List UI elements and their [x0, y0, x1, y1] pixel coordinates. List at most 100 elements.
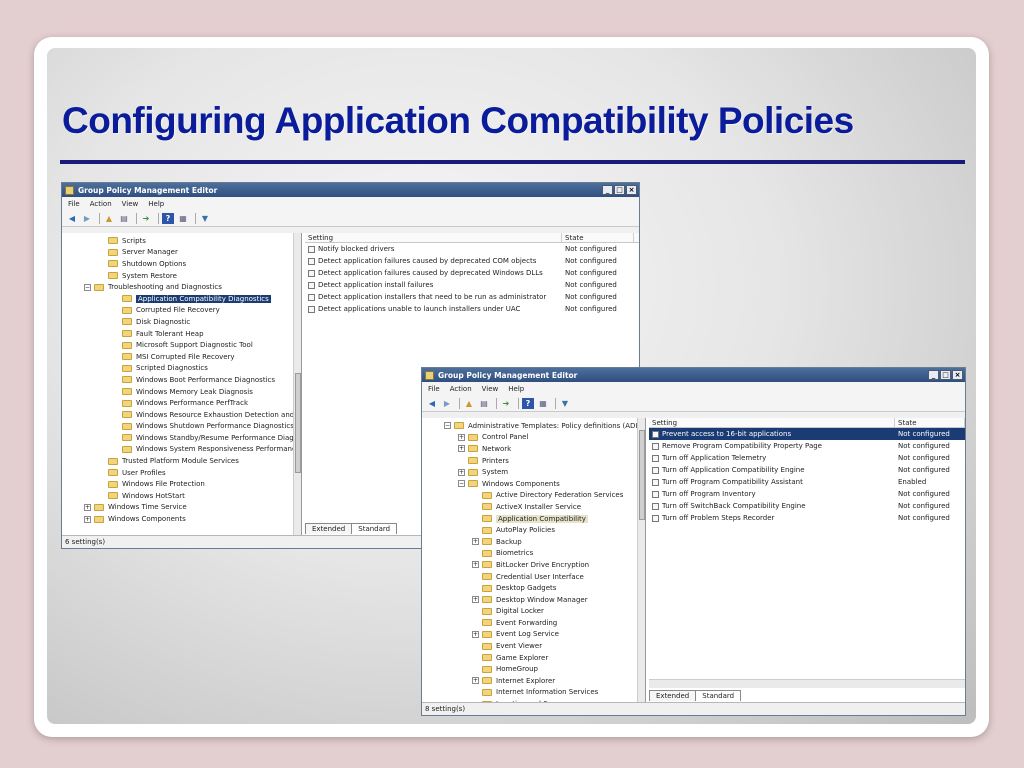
tree-node[interactable]: ActiveX Installer Service	[422, 501, 645, 513]
back-arrow-icon[interactable]: ◀	[426, 398, 438, 409]
tree-node[interactable]: User Profiles	[62, 467, 301, 479]
tree-node[interactable]: + Backup	[422, 536, 645, 548]
close-button[interactable]: ×	[626, 185, 637, 195]
filter-icon[interactable]: ▼	[559, 398, 571, 409]
tree-node[interactable]: HomeGroup	[422, 663, 645, 675]
tree-node[interactable]: Windows System Responsiveness Performanc…	[62, 444, 301, 456]
back-arrow-icon[interactable]: ◀	[66, 213, 78, 224]
tree-node[interactable]: Game Explorer	[422, 652, 645, 664]
tree-node[interactable]: + Desktop Window Manager	[422, 594, 645, 606]
forward-arrow-icon[interactable]: ▶	[441, 398, 453, 409]
tree-node[interactable]: Windows Standby/Resume Performance Diagn…	[62, 432, 301, 444]
tree-pane[interactable]: Scripts Server Manager Shutdown Options Sys…	[62, 233, 302, 535]
tree-node[interactable]: Application Compatibility	[422, 513, 645, 525]
maximize-button[interactable]: □	[614, 185, 625, 195]
list-item[interactable]: Remove Program Compatibility Property Pa…	[649, 440, 965, 452]
collapse-icon[interactable]: −	[444, 422, 451, 430]
expand-icon[interactable]: +	[472, 596, 479, 604]
tree-node[interactable]: Printers	[422, 455, 645, 467]
tab-standard[interactable]: Standard	[351, 523, 398, 534]
tree-vscrollbar[interactable]	[637, 418, 645, 702]
tree-node[interactable]: Windows Resource Exhaustion Detection an…	[62, 409, 301, 421]
list-item[interactable]: Turn off Application Compatibility Engin…	[649, 464, 965, 476]
expand-icon[interactable]: +	[472, 630, 479, 638]
settings-list[interactable]: Setting State Prevent access to 16-bit a…	[649, 418, 965, 702]
up-folder-icon[interactable]: ▲	[103, 213, 115, 224]
tree-node[interactable]: Scripted Diagnostics	[62, 363, 301, 375]
window-titlebar[interactable]: Group Policy Management Editor _ □ ×	[422, 368, 965, 382]
menu-view[interactable]: View	[122, 200, 139, 208]
tree-node[interactable]: Active Directory Federation Services	[422, 490, 645, 502]
column-state[interactable]: State	[562, 233, 634, 242]
tab-extended[interactable]: Extended	[305, 523, 353, 534]
column-setting[interactable]: Setting	[649, 418, 895, 427]
list-item[interactable]: Turn off Program Inventory Not configured	[649, 488, 965, 500]
show-hide-tree-icon[interactable]: ▤	[478, 398, 490, 409]
menu-help[interactable]: Help	[508, 385, 524, 393]
help-icon[interactable]: ?	[162, 213, 174, 224]
minimize-button[interactable]: _	[602, 185, 613, 195]
list-hscrollbar[interactable]	[649, 679, 965, 688]
tree-node[interactable]: Digital Locker	[422, 606, 645, 618]
tree-node[interactable]: Credential User Interface	[422, 571, 645, 583]
window-titlebar[interactable]: Group Policy Management Editor _ □ ×	[62, 183, 639, 197]
tree-node[interactable]: + Event Log Service	[422, 629, 645, 641]
tree-node[interactable]: Microsoft Support Diagnostic Tool	[62, 339, 301, 351]
tree-scroll-thumb[interactable]	[295, 373, 301, 473]
list-item[interactable]: Notify blocked drivers Not configured	[305, 243, 639, 255]
tree-node[interactable]: System Restore	[62, 270, 301, 282]
tree-node[interactable]: MSI Corrupted File Recovery	[62, 351, 301, 363]
expand-icon[interactable]: +	[458, 468, 465, 476]
list-item[interactable]: Detect application installers that need …	[305, 291, 639, 303]
list-item[interactable]: Prevent access to 16-bit applications Not…	[649, 428, 965, 440]
expand-icon[interactable]: +	[458, 445, 465, 453]
maximize-button[interactable]: □	[940, 370, 951, 380]
tree-node[interactable]: AutoPlay Policies	[422, 524, 645, 536]
tree-node[interactable]: Trusted Platform Module Services	[62, 455, 301, 467]
column-state[interactable]: State	[895, 418, 965, 427]
tree-node[interactable]: + Network	[422, 443, 645, 455]
tree-node[interactable]: Corrupted File Recovery	[62, 305, 301, 317]
expand-icon[interactable]: +	[84, 503, 91, 511]
tree-node[interactable]: − Administrative Templates: Policy defini…	[422, 420, 645, 432]
column-setting[interactable]: Setting	[305, 233, 562, 242]
tree-node[interactable]: Biometrics	[422, 548, 645, 560]
tree-node[interactable]: Server Manager	[62, 247, 301, 259]
list-item[interactable]: Turn off Problem Steps Recorder Not confi…	[649, 512, 965, 524]
tree-node[interactable]: Desktop Gadgets	[422, 582, 645, 594]
tree-node[interactable]: + Windows Components	[62, 513, 301, 525]
tree-node[interactable]: + BitLocker Drive Encryption	[422, 559, 645, 571]
tab-extended[interactable]: Extended	[649, 690, 697, 701]
tree-node[interactable]: + System	[422, 466, 645, 478]
tree-node[interactable]: Internet Information Services	[422, 687, 645, 699]
tree-node[interactable]: − Troubleshooting and Diagnostics	[62, 281, 301, 293]
tree-node[interactable]: + Internet Explorer	[422, 675, 645, 687]
expand-icon[interactable]: +	[472, 538, 479, 546]
filter-icon[interactable]: ▼	[199, 213, 211, 224]
collapse-icon[interactable]: −	[458, 480, 465, 488]
menu-action[interactable]: Action	[450, 385, 472, 393]
expand-icon[interactable]: +	[458, 433, 465, 441]
gpme-window-front[interactable]: Group Policy Management Editor _ □ × Fil…	[421, 367, 966, 716]
tree-node[interactable]: Disk Diagnostic	[62, 316, 301, 328]
export-list-icon[interactable]: ➔	[500, 398, 512, 409]
properties-icon[interactable]: ▦	[537, 398, 549, 409]
tree-node[interactable]: + Control Panel	[422, 432, 645, 444]
help-icon[interactable]: ?	[522, 398, 534, 409]
up-folder-icon[interactable]: ▲	[463, 398, 475, 409]
export-list-icon[interactable]: ➔	[140, 213, 152, 224]
list-item[interactable]: Detect application install failures Not c…	[305, 279, 639, 291]
collapse-icon[interactable]: −	[84, 283, 91, 291]
tree-node[interactable]: Windows HotStart	[62, 490, 301, 502]
list-item[interactable]: Turn off SwitchBack Compatibility Engine…	[649, 500, 965, 512]
properties-icon[interactable]: ▦	[177, 213, 189, 224]
list-item[interactable]: Detect application failures caused by de…	[305, 255, 639, 267]
list-item[interactable]: Detect applications unable to launch ins…	[305, 303, 639, 315]
tree-pane[interactable]: − Administrative Templates: Policy defini…	[422, 418, 646, 702]
list-item[interactable]: Detect application failures caused by de…	[305, 267, 639, 279]
menu-file[interactable]: File	[68, 200, 80, 208]
list-item[interactable]: Turn off Program Compatibility Assistant…	[649, 476, 965, 488]
menu-help[interactable]: Help	[148, 200, 164, 208]
tree-node[interactable]: Event Forwarding	[422, 617, 645, 629]
tab-standard[interactable]: Standard	[695, 690, 742, 701]
